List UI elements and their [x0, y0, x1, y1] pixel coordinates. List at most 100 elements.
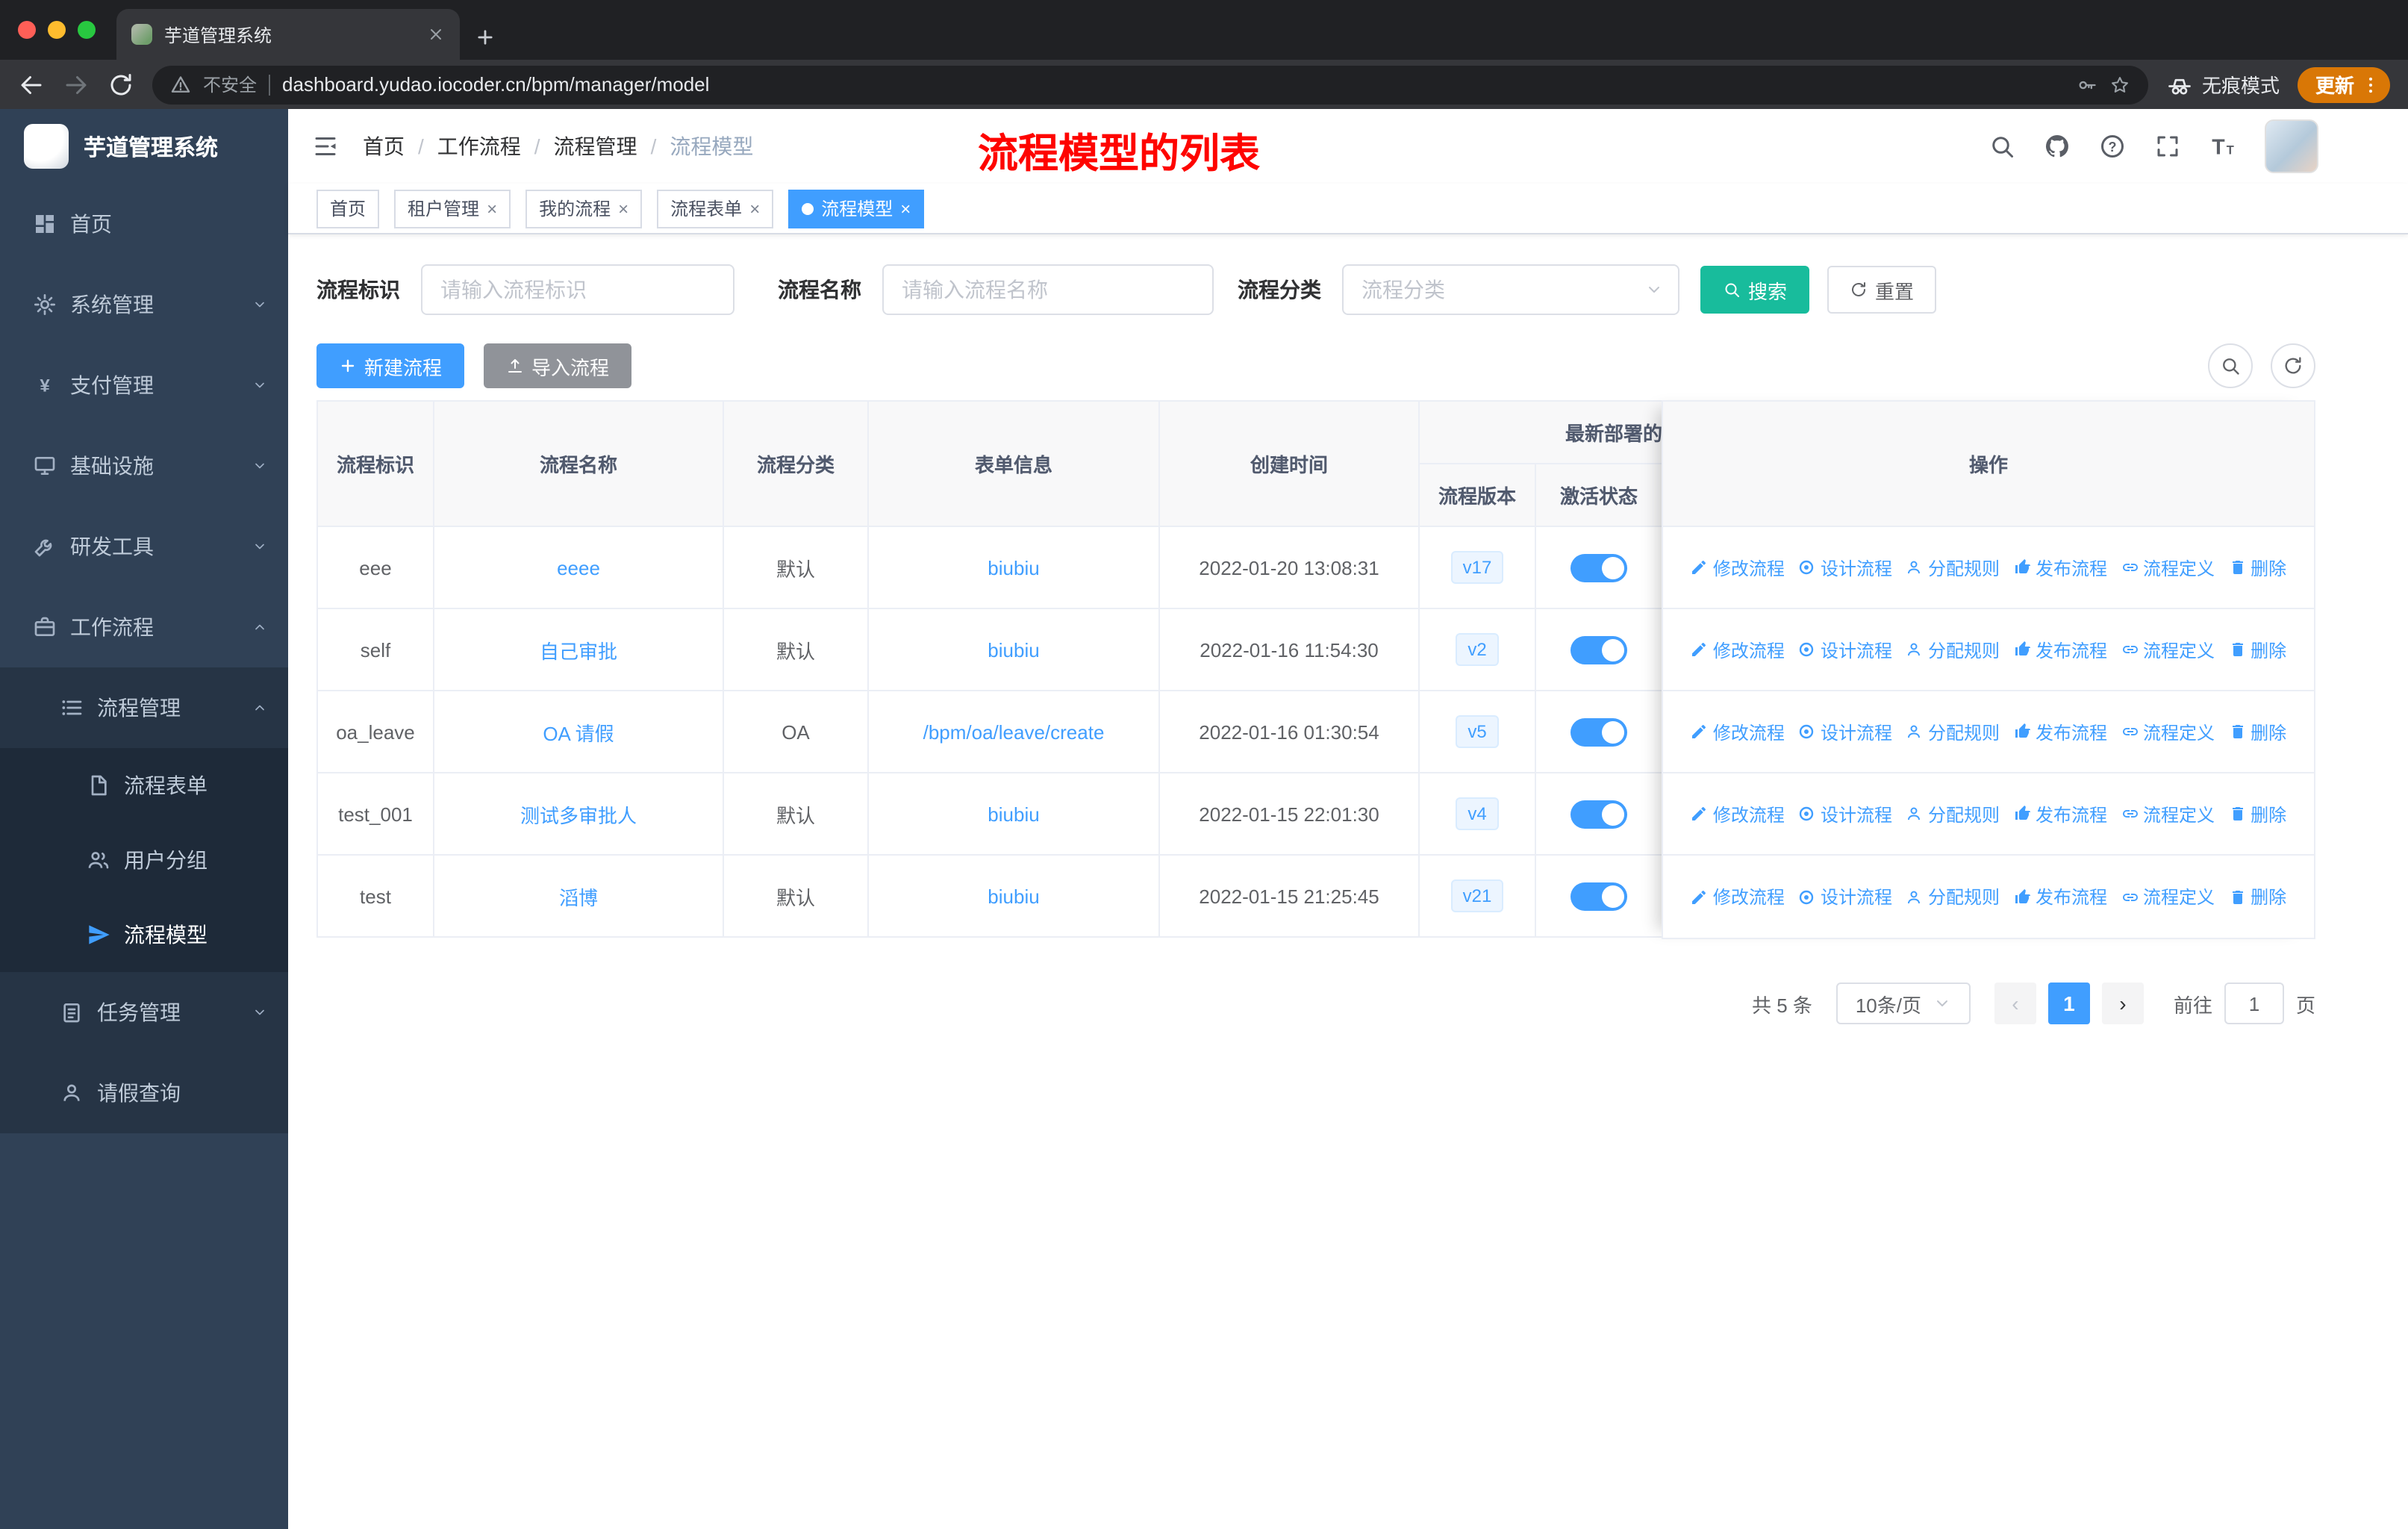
op-assign-rule[interactable]: 分配规则	[1906, 719, 2000, 744]
op-delete[interactable]: 删除	[2228, 884, 2286, 909]
version-tag[interactable]: v21	[1450, 879, 1504, 912]
op-publish-process[interactable]: 发布流程	[2013, 719, 2107, 744]
tag-close-icon[interactable]: ×	[900, 199, 911, 217]
tag-close-icon[interactable]: ×	[749, 199, 760, 217]
op-design-process[interactable]: 设计流程	[1798, 884, 1892, 909]
sidebar-item-process-form[interactable]: 流程表单	[0, 748, 288, 823]
form-info-link[interactable]: biubiu	[988, 556, 1039, 579]
op-process-definition[interactable]: 流程定义	[2121, 719, 2215, 744]
op-publish-process[interactable]: 发布流程	[2013, 801, 2107, 826]
tag-tenant[interactable]: 租户管理 ×	[394, 189, 511, 228]
model-name-link[interactable]: 自己审批	[540, 640, 617, 662]
op-design-process[interactable]: 设计流程	[1798, 719, 1892, 744]
op-delete[interactable]: 删除	[2228, 637, 2286, 662]
active-toggle[interactable]	[1570, 800, 1627, 828]
tag-close-icon[interactable]: ×	[487, 199, 497, 217]
tag-process-model[interactable]: 流程模型 ×	[788, 189, 925, 228]
version-tag[interactable]: v5	[1456, 715, 1499, 748]
sidebar-item-payment[interactable]: 支付管理	[0, 345, 288, 426]
op-delete[interactable]: 删除	[2228, 801, 2286, 826]
back-icon[interactable]	[18, 71, 45, 98]
page-number-button[interactable]: 1	[2047, 983, 2090, 1024]
search-icon[interactable]	[1989, 133, 2015, 160]
key-icon[interactable]	[2077, 74, 2097, 95]
version-tag[interactable]: v17	[1450, 551, 1504, 584]
op-process-definition[interactable]: 流程定义	[2121, 801, 2215, 826]
tag-process-form[interactable]: 流程表单 ×	[657, 189, 774, 228]
model-name-link[interactable]: eeee	[557, 556, 600, 579]
user-avatar[interactable]	[2265, 119, 2318, 173]
tab-close-icon[interactable]	[427, 25, 445, 43]
fullscreen-icon[interactable]	[2154, 133, 2181, 160]
op-design-process[interactable]: 设计流程	[1798, 637, 1892, 662]
model-name-link[interactable]: 滔博	[559, 886, 598, 909]
model-name-link[interactable]: 测试多审批人	[520, 804, 637, 826]
model-id-input[interactable]	[421, 264, 734, 315]
op-publish-process[interactable]: 发布流程	[2013, 637, 2107, 662]
model-name-input[interactable]	[882, 264, 1214, 315]
active-toggle[interactable]	[1570, 553, 1627, 582]
reload-icon[interactable]	[107, 71, 134, 98]
reset-button[interactable]: 重置	[1827, 266, 1937, 314]
form-info-link[interactable]: biubiu	[988, 885, 1039, 907]
sidebar-item-task-management[interactable]: 任务管理	[0, 972, 288, 1053]
op-design-process[interactable]: 设计流程	[1798, 801, 1892, 826]
breadcrumb-item[interactable]: 工作流程	[437, 131, 521, 161]
browser-menu-icon[interactable]	[2360, 74, 2381, 95]
font-size-icon[interactable]	[2209, 133, 2236, 160]
create-process-button[interactable]: 新建流程	[316, 343, 465, 388]
category-select[interactable]: 流程分类	[1342, 264, 1679, 315]
sidebar-item-system[interactable]: 系统管理	[0, 264, 288, 345]
github-icon[interactable]	[2044, 133, 2071, 160]
op-assign-rule[interactable]: 分配规则	[1906, 801, 2000, 826]
sidebar-item-infrastructure[interactable]: 基础设施	[0, 426, 288, 506]
model-name-link[interactable]: OA 请假	[543, 722, 614, 744]
breadcrumb-item[interactable]: 流程管理	[554, 131, 637, 161]
help-icon[interactable]	[2099, 133, 2126, 160]
version-tag[interactable]: v4	[1456, 797, 1499, 830]
window-zoom-button[interactable]	[78, 21, 96, 39]
op-delete[interactable]: 删除	[2228, 555, 2286, 580]
sidebar-item-process-model[interactable]: 流程模型	[0, 897, 288, 972]
sidebar-item-leave-query[interactable]: 请假查询	[0, 1053, 288, 1133]
address-bar[interactable]: 不安全 dashboard.yudao.iocoder.cn/bpm/manag…	[152, 65, 2148, 104]
op-publish-process[interactable]: 发布流程	[2013, 555, 2107, 580]
op-publish-process[interactable]: 发布流程	[2013, 884, 2107, 909]
browser-update-button[interactable]: 更新	[2297, 66, 2390, 102]
op-edit-process[interactable]: 修改流程	[1691, 884, 1785, 909]
form-info-link[interactable]: biubiu	[988, 638, 1039, 661]
tag-close-icon[interactable]: ×	[618, 199, 628, 217]
op-edit-process[interactable]: 修改流程	[1691, 637, 1785, 662]
sidebar-collapse-icon[interactable]	[312, 133, 339, 160]
new-tab-button[interactable]	[475, 27, 496, 48]
page-size-select[interactable]: 10条/页	[1835, 983, 1971, 1024]
sidebar-item-process-management[interactable]: 流程管理	[0, 667, 288, 748]
tag-my-process[interactable]: 我的流程 ×	[525, 189, 643, 228]
goto-page-input[interactable]	[2224, 983, 2284, 1024]
forward-icon[interactable]	[63, 71, 90, 98]
op-assign-rule[interactable]: 分配规则	[1906, 884, 2000, 909]
import-process-button[interactable]: 导入流程	[484, 343, 632, 388]
tag-home[interactable]: 首页	[316, 189, 380, 228]
op-process-definition[interactable]: 流程定义	[2121, 555, 2215, 580]
next-page-button[interactable]: ›	[2101, 983, 2144, 1024]
breadcrumb-item[interactable]: 首页	[363, 131, 405, 161]
op-process-definition[interactable]: 流程定义	[2121, 637, 2215, 662]
op-design-process[interactable]: 设计流程	[1798, 555, 1892, 580]
search-button[interactable]: 搜索	[1700, 266, 1810, 314]
sidebar-item-dev-tools[interactable]: 研发工具	[0, 506, 288, 587]
op-assign-rule[interactable]: 分配规则	[1906, 637, 2000, 662]
hide-search-button[interactable]	[2208, 343, 2253, 388]
sidebar-item-home[interactable]: 首页	[0, 184, 288, 264]
active-toggle[interactable]	[1570, 717, 1627, 746]
active-toggle[interactable]	[1570, 635, 1627, 664]
browser-tab[interactable]: 芋道管理系统	[116, 9, 460, 60]
op-delete[interactable]: 删除	[2228, 719, 2286, 744]
op-assign-rule[interactable]: 分配规则	[1906, 555, 2000, 580]
sidebar-item-workflow[interactable]: 工作流程	[0, 587, 288, 667]
bookmark-star-icon[interactable]	[2109, 74, 2130, 95]
form-info-link[interactable]: biubiu	[988, 803, 1039, 825]
sidebar-item-user-group[interactable]: 用户分组	[0, 823, 288, 897]
op-process-definition[interactable]: 流程定义	[2121, 884, 2215, 909]
version-tag[interactable]: v2	[1456, 633, 1499, 666]
